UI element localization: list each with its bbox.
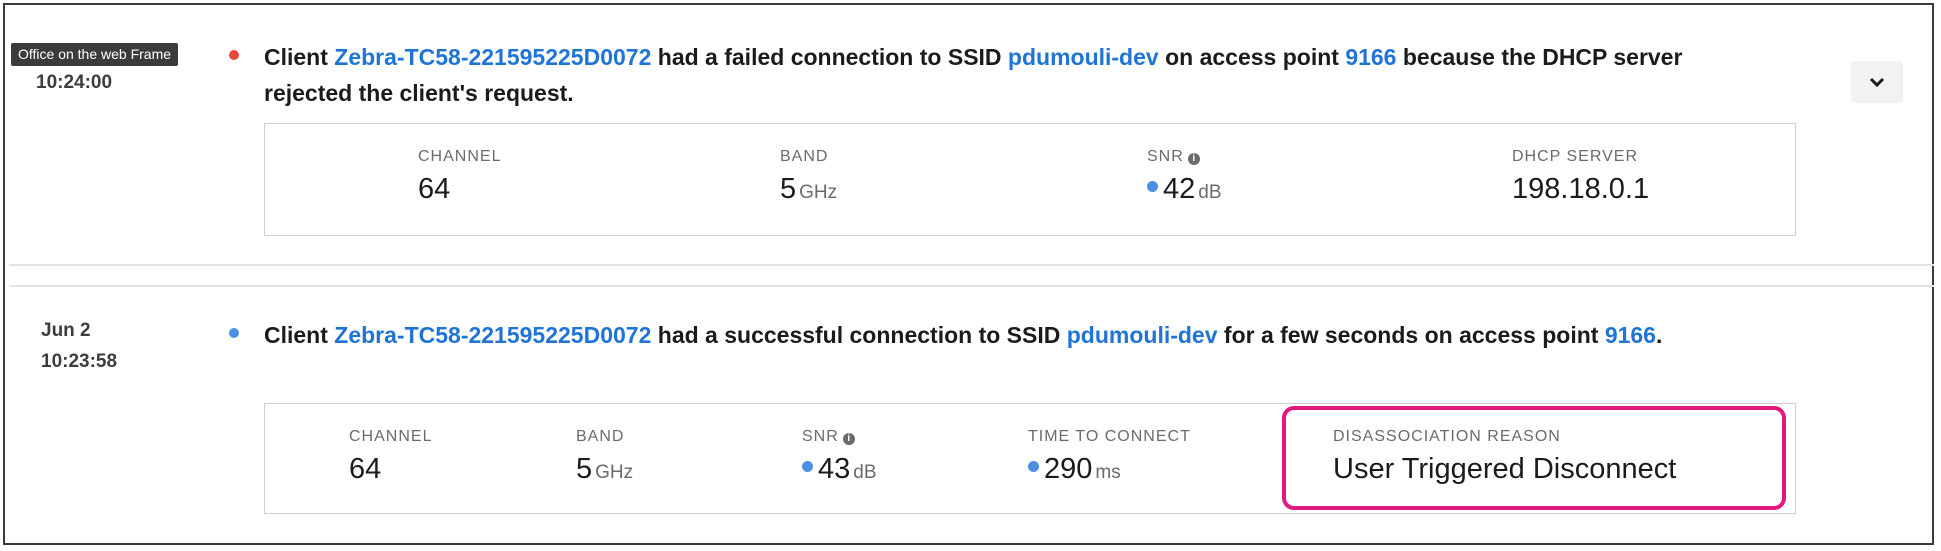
failed-status-dot [229, 50, 239, 60]
expand-toggle-button[interactable] [1851, 61, 1903, 103]
divider [9, 264, 1934, 266]
event-message: Client Zebra-TC58-221595225D0072 had a f… [264, 44, 1683, 106]
metric-label: CHANNEL [349, 428, 433, 445]
tooltip: Office on the web Frame [11, 43, 179, 66]
event-date: Jun 2 [41, 320, 91, 341]
metric-snr: SNR i 42 dB [1147, 148, 1222, 210]
chevron-down-icon [1869, 77, 1885, 87]
metric-label: BAND [576, 428, 625, 445]
status-dot [1147, 181, 1158, 192]
client-link[interactable]: Zebra-TC58-221595225D0072 [334, 322, 651, 348]
metric-label: DHCP SERVER [1512, 148, 1638, 165]
metric-value: 198.18.0.1 [1512, 173, 1650, 205]
metric-label: SNR i [1147, 148, 1222, 166]
info-icon[interactable]: i [842, 433, 855, 445]
metric-channel: CHANNEL 64 [349, 428, 432, 486]
access-point-link[interactable]: 9166 [1345, 44, 1396, 70]
metric-label: BAND [780, 148, 829, 165]
metric-value: 64 [349, 453, 382, 485]
event-details-card: CHANNEL 64 BAND 5 GHz SNR i 42 dB DHCP SERV… [264, 123, 1796, 236]
success-status-dot [229, 328, 239, 338]
metric-channel: CHANNEL 64 [418, 148, 501, 206]
event-log-panel: 10:24:00 Client Zebra-TC58-221595225D007… [3, 3, 1934, 545]
event-time: 10:23:58 [41, 351, 118, 372]
status-dot [802, 461, 813, 472]
metric-band: BAND 5 GHz [780, 148, 837, 210]
ssid-link[interactable]: pdumouli-dev [1008, 44, 1159, 70]
metric-label: TIME TO CONNECT [1028, 428, 1191, 445]
status-dot [1028, 461, 1039, 472]
metric-value: 64 [418, 173, 451, 205]
metric-label: CHANNEL [418, 148, 502, 165]
metric-dhcp-server: DHCP SERVER 198.18.0.1 [1512, 148, 1649, 206]
divider [9, 285, 1934, 287]
metric-value: 43 dB [802, 452, 877, 490]
metric-band: BAND 5 GHz [576, 428, 633, 490]
highlight-annotation-box [1282, 406, 1786, 510]
metric-value: 5 GHz [780, 173, 838, 205]
client-link[interactable]: Zebra-TC58-221595225D0072 [334, 44, 651, 70]
event-message: Client Zebra-TC58-221595225D0072 had a s… [264, 322, 1663, 348]
event-time: 10:24:00 [36, 72, 113, 93]
metric-value: 290 ms [1028, 452, 1191, 490]
info-icon[interactable]: i [1187, 153, 1200, 165]
metric-value: 5 GHz [576, 453, 634, 485]
metric-value: 42 dB [1147, 172, 1222, 210]
metric-snr: SNR i 43 dB [802, 428, 877, 490]
metric-time-to-connect: TIME TO CONNECT 290 ms [1028, 428, 1191, 490]
ssid-link[interactable]: pdumouli-dev [1067, 322, 1218, 348]
access-point-link[interactable]: 9166 [1605, 322, 1656, 348]
metric-label: SNR i [802, 428, 877, 446]
